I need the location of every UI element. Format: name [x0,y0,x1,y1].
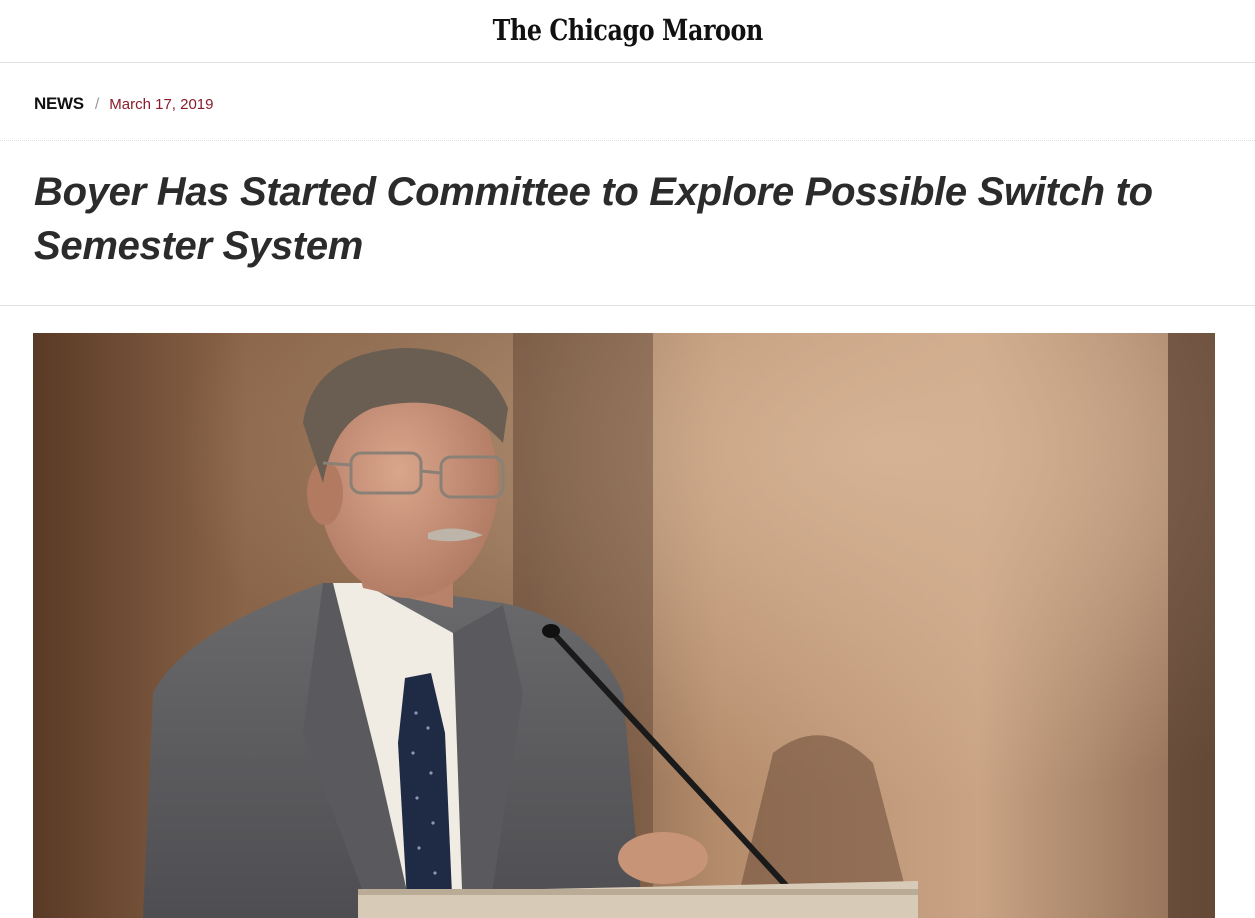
breadcrumb-separator: / [94,96,100,113]
section-link-news[interactable]: NEWS [34,94,84,114]
headline-section: Boyer Has Started Committee to Explore P… [0,142,1255,306]
publish-date: March 17, 2019 [109,96,214,113]
article-page: The Chicago Maroon NEWS / March 17, 2019… [0,0,1255,918]
article-photo [33,333,1215,918]
site-logo[interactable]: The Chicago Maroon [492,13,763,47]
article-headline: Boyer Has Started Committee to Explore P… [34,170,1153,268]
breadcrumb: NEWS / March 17, 2019 [34,94,214,114]
masthead: The Chicago Maroon [0,0,1255,63]
breadcrumb-bar: NEWS / March 17, 2019 [0,63,1255,141]
